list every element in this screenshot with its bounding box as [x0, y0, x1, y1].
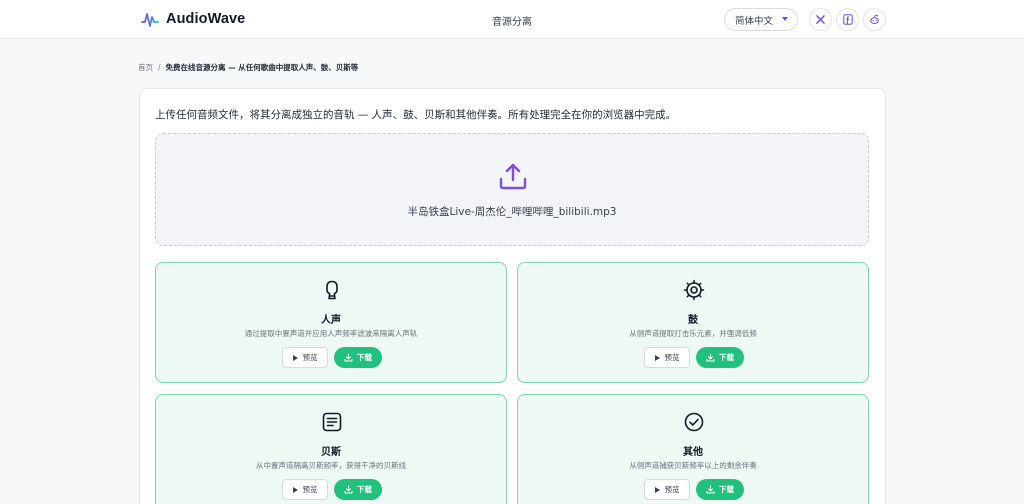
reddit-icon: [870, 14, 879, 24]
track-name: 其他: [683, 447, 703, 458]
download-button[interactable]: 下载: [334, 347, 382, 368]
download-icon: [344, 485, 353, 494]
track-card-bass: 贝斯 从中置声道隔离贝斯频率，获得干净的贝斯线 预览 下载: [155, 394, 507, 504]
track-description: 通过提取中置声道并应用人声频率滤波来隔离人声轨: [244, 329, 418, 338]
preview-label: 预览: [302, 485, 318, 494]
track-description: 从中置声道隔离贝斯频率，获得干净的贝斯线: [256, 461, 406, 470]
play-icon: [654, 486, 660, 493]
drum-icon: [683, 279, 705, 301]
breadcrumb-home[interactable]: 首页: [138, 62, 153, 73]
bass-icon: [322, 412, 342, 432]
chevron-down-icon: [782, 17, 788, 21]
download-label: 下载: [719, 353, 734, 362]
reddit-share-button[interactable]: [863, 8, 886, 31]
file-dropzone[interactable]: 半岛铁盒Live-周杰伦_哔哩哔哩_bilibili.mp3: [155, 133, 869, 246]
intro-text: 上传任何音频文件，将其分离成独立的音轨 — 人声、鼓、贝斯和其他伴奏。所有处理完…: [155, 109, 677, 121]
download-button[interactable]: 下载: [696, 347, 744, 368]
download-icon: [706, 353, 715, 362]
preview-button[interactable]: 预览: [644, 479, 690, 500]
track-name: 人声: [321, 315, 341, 326]
breadcrumb-separator: /: [158, 63, 161, 72]
preview-label: 预览: [664, 485, 680, 494]
microphone-icon: [326, 280, 338, 300]
preview-label: 预览: [664, 353, 680, 362]
download-label: 下载: [357, 485, 372, 494]
facebook-share-button[interactable]: [836, 8, 859, 31]
x-share-button[interactable]: [809, 8, 832, 31]
track-description: 从侧声道捕获贝斯频率以上的剩余伴奏: [629, 461, 757, 470]
download-label: 下载: [357, 353, 372, 362]
play-icon: [292, 354, 298, 361]
track-name: 鼓: [688, 315, 698, 326]
breadcrumb-current: 免费在线音源分离 — 从任何歌曲中提取人声、鼓、贝斯等: [165, 63, 359, 72]
track-description: 从侧声道提取打击乐元素，并强调低频: [629, 329, 757, 338]
facebook-icon: [842, 14, 853, 25]
breadcrumb: 首页 / 免费在线音源分离 — 从任何歌曲中提取人声、鼓、贝斯等: [138, 62, 358, 73]
track-card-other: 其他 从侧声道捕获贝斯频率以上的剩余伴奏 预览 下载: [517, 394, 869, 504]
download-button[interactable]: 下载: [696, 479, 744, 500]
preview-button[interactable]: 预览: [282, 347, 328, 368]
download-icon: [706, 485, 715, 494]
download-label: 下载: [719, 485, 734, 494]
play-icon: [654, 354, 660, 361]
nav-link-source-separation[interactable]: 音源分离: [492, 17, 532, 28]
brand-name: AudioWave: [166, 11, 246, 27]
play-icon: [292, 486, 298, 493]
audiowave-logo-icon: [141, 13, 159, 27]
language-select[interactable]: 简体中文: [724, 8, 798, 31]
preview-button[interactable]: 预览: [282, 479, 328, 500]
top-navbar: AudioWave 音源分离 简体中文: [0, 0, 1024, 39]
track-card-drums: 鼓 从侧声道提取打击乐元素，并强调低频 预览 下载: [517, 262, 869, 383]
uploaded-file-name: 半岛铁盒Live-周杰伦_哔哩哔哩_bilibili.mp3: [407, 206, 617, 218]
preview-label: 预览: [302, 353, 318, 362]
brand-logo[interactable]: AudioWave: [141, 10, 245, 28]
track-name: 贝斯: [321, 447, 341, 458]
preview-button[interactable]: 预览: [644, 347, 690, 368]
track-card-vocals: 人声 通过提取中置声道并应用人声频率滤波来隔离人声轨 预览 下载: [155, 262, 507, 383]
check-circle-icon: [684, 412, 704, 432]
download-icon: [344, 353, 353, 362]
language-value: 简体中文: [735, 15, 774, 27]
download-button[interactable]: 下载: [334, 479, 382, 500]
upload-icon: [499, 163, 527, 190]
x-icon: [816, 15, 825, 24]
